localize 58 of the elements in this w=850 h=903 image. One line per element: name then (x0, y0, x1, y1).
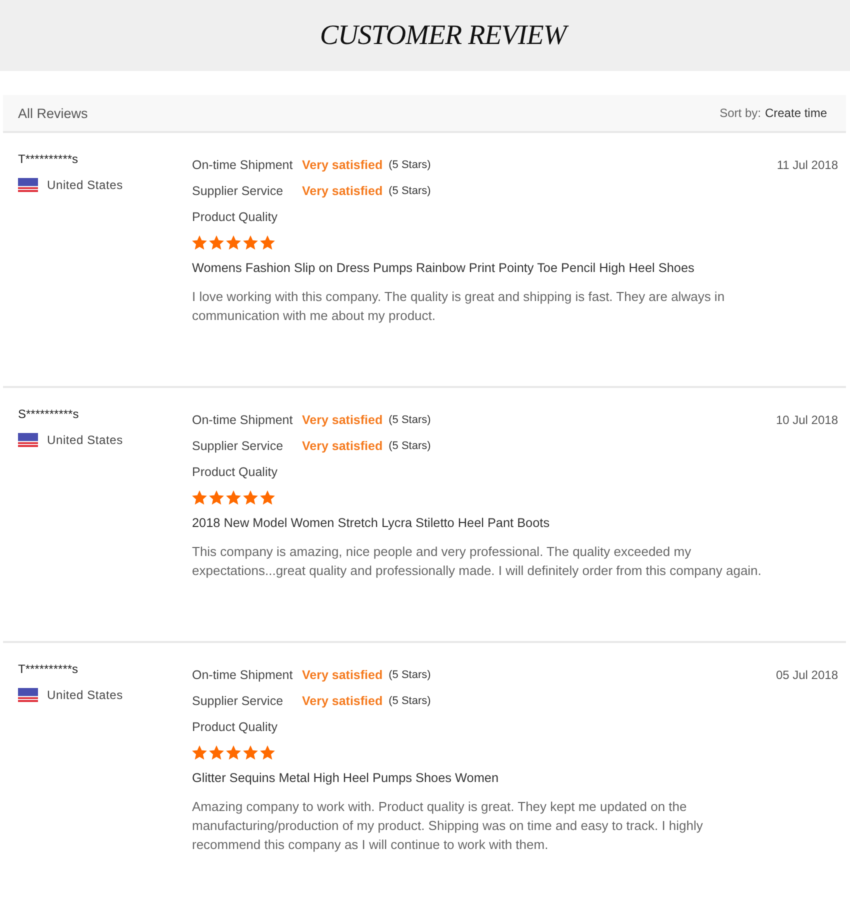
stars-count: (5 Stars) (388, 159, 431, 171)
review-date: 10 Jul 2018 (776, 413, 838, 427)
star-icon (260, 235, 275, 250)
rating-label: Supplier Service (192, 184, 284, 198)
product-title: 2018 New Model Women Stretch Lycra Stiletto Heel Pant Boots (192, 515, 550, 531)
stars-count: (5 Stars) (388, 669, 431, 681)
rating-label: On-time Shipment (192, 413, 294, 427)
reviewer-name: T**********s (18, 662, 78, 676)
product-title: Glitter Sequins Metal High Heel Pumps Shoes Women (192, 770, 499, 786)
country-name: United States (47, 178, 123, 192)
reviewer-name: S**********s (18, 407, 79, 421)
review-comment: This company is amazing, nice people and very professional. The quality exceeded my expectations...great quality and professionally made. I will definitely order from this company again. (192, 543, 762, 580)
star-icon (243, 745, 258, 760)
star-icon (192, 490, 207, 505)
star-icon (243, 235, 258, 250)
rating-label: On-time Shipment (192, 158, 294, 172)
rating-label: Product Quality (192, 719, 278, 736)
page-title: CUSTOMER REVIEW (320, 20, 566, 52)
stars-count: (5 Stars) (388, 695, 431, 707)
star-icon (260, 745, 275, 760)
rating-label: Supplier Service (192, 694, 284, 708)
rating-verdict: Very satisfied (302, 158, 383, 172)
star-icon (243, 490, 258, 505)
rating-label: On-time Shipment (192, 668, 294, 682)
star-icon (226, 745, 241, 760)
sort-label: Sort by: (720, 106, 761, 120)
rating-verdict: Very satisfied (302, 413, 383, 427)
all-reviews-label: All Reviews (18, 106, 88, 120)
review-date: 05 Jul 2018 (776, 668, 838, 682)
review-comment: I love working with this company. The quality is great and shipping is fast. They are always in communication with me about my product. (192, 288, 726, 325)
rating-label: Product Quality (192, 209, 278, 226)
flag-icon (18, 433, 38, 447)
rating-verdict: Very satisfied (302, 668, 383, 682)
reviewer-name: T**********s (18, 152, 78, 166)
rating-label: Product Quality (192, 464, 278, 481)
flag-icon (18, 688, 38, 702)
stars-count: (5 Stars) (388, 414, 431, 426)
star-icon (209, 235, 224, 250)
review-comment: Amazing company to work with. Product quality is great. They kept me updated on the manufacturing/production of my product. Shipping was on time and easy to track. I highly recommend this company as I will continue to work with them. (192, 798, 704, 854)
star-icon (192, 745, 207, 760)
star-icon (192, 235, 207, 250)
country-name: United States (47, 433, 123, 447)
rating-verdict: Very satisfied (302, 694, 383, 708)
star-icon (209, 745, 224, 760)
rating-verdict: Very satisfied (302, 439, 383, 453)
star-icon (226, 235, 241, 250)
product-title: Womens Fashion Slip on Dress Pumps Rainbow Print Pointy Toe Pencil High Heel Shoes (192, 260, 694, 276)
star-icon (209, 490, 224, 505)
review-date: 11 Jul 2018 (776, 158, 838, 172)
star-icon (226, 490, 241, 505)
flag-icon (18, 178, 38, 192)
sort-option[interactable]: Create time (764, 106, 827, 120)
stars-count: (5 Stars) (388, 185, 431, 197)
star-icon (260, 490, 275, 505)
rating-label: Supplier Service (192, 439, 284, 453)
rating-verdict: Very satisfied (302, 184, 383, 198)
stars-count: (5 Stars) (388, 440, 431, 452)
country-name: United States (47, 688, 123, 702)
